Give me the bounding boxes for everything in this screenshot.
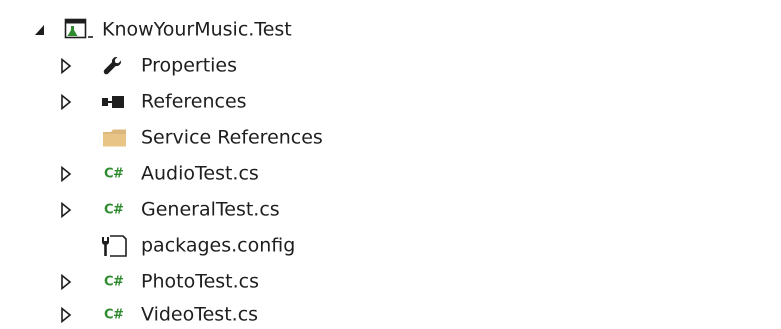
tree-node-label: VideoTest.cs [141, 303, 259, 325]
collapsed-arrow-icon[interactable] [60, 306, 72, 323]
tree-node-videotest[interactable]: C# VideoTest.cs [0, 300, 781, 329]
tree-node-packages-config[interactable]: packages.config [0, 228, 781, 264]
tree-node-label: GeneralTest.cs [141, 198, 280, 221]
collapsed-arrow-icon[interactable] [60, 202, 72, 218]
tree-node-label: PhotoTest.cs [141, 270, 259, 293]
tree-node-references[interactable]: References [0, 84, 781, 120]
tree-node-label: AudioTest.cs [141, 162, 259, 185]
collapsed-arrow-icon[interactable] [60, 94, 72, 110]
tree-node-properties[interactable]: Properties [0, 48, 781, 84]
collapsed-arrow-icon[interactable] [60, 166, 72, 182]
tree-node-service-references[interactable]: Service References [0, 120, 781, 156]
csharp-file-icon: C# [104, 274, 124, 290]
tree-node-label: Properties [141, 54, 238, 77]
solution-explorer-tree: KnowYourMusic.Test Properties References… [0, 0, 781, 329]
config-file-icon [102, 235, 127, 257]
csharp-file-icon: C# [104, 166, 124, 182]
test-project-icon [64, 18, 93, 39]
csharp-file-icon: C# [104, 202, 124, 218]
tree-node-label: packages.config [141, 234, 296, 257]
tree-node-phototest[interactable]: C# PhotoTest.cs [0, 264, 781, 300]
expanded-arrow-icon[interactable] [34, 22, 46, 38]
tree-node-label: Service References [141, 126, 323, 149]
tree-node-audiotest[interactable]: C# AudioTest.cs [0, 156, 781, 192]
references-icon [102, 96, 124, 108]
collapsed-arrow-icon[interactable] [60, 274, 72, 290]
tree-node-label: References [141, 90, 247, 113]
tree-node-project[interactable]: KnowYourMusic.Test [0, 12, 781, 48]
folder-icon [103, 129, 126, 147]
collapsed-arrow-icon[interactable] [60, 58, 72, 74]
wrench-icon [103, 57, 121, 75]
csharp-file-icon: C# [104, 307, 124, 322]
tree-node-generaltest[interactable]: C# GeneralTest.cs [0, 192, 781, 228]
tree-node-label: KnowYourMusic.Test [102, 18, 292, 41]
